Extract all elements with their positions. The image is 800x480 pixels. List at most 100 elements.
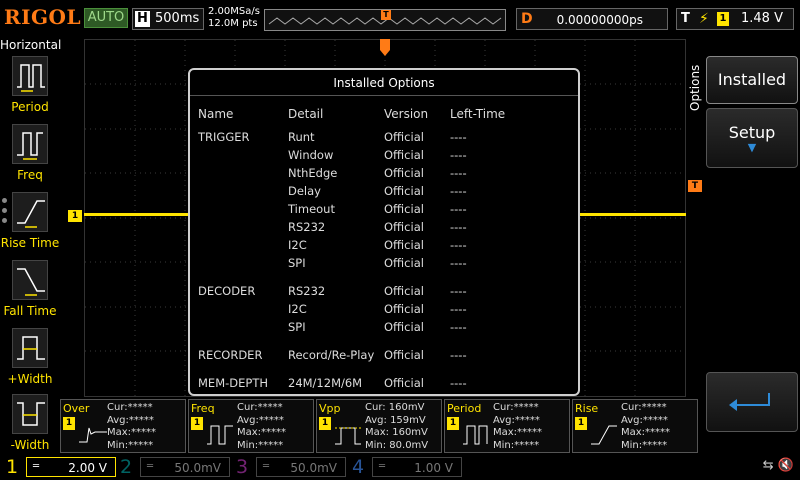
dialog-title: Installed Options [190,70,578,96]
measure-over[interactable]: Over 1 Cur:***** Avg:***** Max:***** Min… [60,399,186,453]
positive-width-icon [12,328,48,368]
channel-number: 1 [6,456,19,478]
option-cell-version: Official [384,148,424,162]
dc-coupling-icon: ═ [147,461,154,472]
measure-period[interactable]: Period 1 Cur:***** Avg:***** Max:***** M… [444,399,570,453]
back-softkey[interactable] [706,372,798,432]
column-header-version: Version [384,107,429,121]
measurement-results-strip: Over 1 Cur:***** Avg:***** Max:***** Min… [60,399,700,453]
measure-max: Max:***** [107,427,157,438]
memory-points: 12.0M pts [208,18,258,29]
channel-number: 4 [352,456,365,478]
period-label: Period [11,100,49,114]
positive-width-label: +Width [7,372,53,386]
channel-status-bar: 1 ═ 2.00 V 2 ═ 50.0mV 3 ═ 50.0mV 4 ═ 1.0… [0,454,800,480]
trigger-position-marker[interactable] [379,39,391,57]
option-cell-detail: Delay [288,184,321,198]
option-cell-detail: Runt [288,130,315,144]
measure-channel: 1 [191,417,203,430]
measure-rise[interactable]: Rise 1 Cur:***** Avg:***** Max:***** Min… [572,399,698,453]
option-cell-version: Official [384,130,424,144]
delay-display[interactable]: D 0.00000000ps [516,8,668,30]
setup-softkey[interactable]: Setup ▼ [706,108,798,168]
measure-max: Max:***** [621,427,671,438]
measure-cur: Cur: 160mV [365,402,425,413]
channel-number: 2 [120,456,133,478]
negative-width-icon [12,394,48,434]
dc-coupling-icon: ═ [263,461,270,472]
option-cell-detail: Window [288,148,334,162]
options-softkey-menu: Options Installed Setup ▼ [688,38,800,452]
measure-name: Period [447,402,482,415]
measure-avg: Avg: 159mV [365,414,426,426]
measure-cur: Cur:***** [493,402,539,413]
column-header-detail: Detail [288,107,324,121]
option-cell-left-time: ---- [450,320,467,334]
measure-name: Over [63,402,90,415]
option-cell-left-time: ---- [450,238,467,252]
option-cell-detail: RS232 [288,220,326,234]
setup-label: Setup [728,123,776,142]
measure-freq-button[interactable]: Freq [0,124,60,190]
channel-scale-box: ═ 50.0mV [140,457,230,477]
measure-cur: Cur:***** [621,402,667,413]
trigger-level: 1.48 V [741,11,783,26]
channel-scale: 50.0mV [290,461,337,475]
trigger-source: 1 [717,12,729,26]
installed-softkey[interactable]: Installed [706,56,798,104]
option-cell-detail: RS232 [288,284,326,298]
timebase-badge: H [135,11,150,27]
channel-scale: 2.00 V [68,461,107,475]
option-cell-detail: SPI [288,320,306,334]
channel-number: 3 [236,456,249,478]
option-cell-left-time: ---- [450,376,467,390]
option-cell-version: Official [384,376,424,390]
option-cell-left-time: ---- [450,130,467,144]
option-cell-version: Official [384,184,424,198]
freq-label: Freq [17,168,43,182]
measure-max: Max:***** [237,427,287,438]
measure-negative-width-button[interactable]: -Width [0,394,60,460]
trigger-display[interactable]: T ⚡ 1 1.48 V [676,8,794,30]
acquisition-info: 2.00MSa/s 12.0M pts [208,6,260,30]
option-cell-detail: SPI [288,256,306,270]
timebase-value: 500ms [155,11,200,26]
channel-scale-box: ═ 2.00 V [26,457,116,477]
option-cell-name: RECORDER [198,348,263,362]
column-header-left-time: Left-Time [450,107,506,121]
measure-cur: Cur:***** [237,402,283,413]
measure-min: Min:***** [237,439,284,451]
option-cell-left-time: ---- [450,202,467,216]
measure-period-button[interactable]: Period [0,56,60,122]
measure-vpp[interactable]: Vpp 1 Cur: 160mV Avg: 159mV Max: 160mV M… [316,399,442,453]
chevron-down-icon: ▼ [747,141,757,154]
measure-positive-width-button[interactable]: +Width [0,328,60,394]
option-cell-left-time: ---- [450,184,467,198]
option-cell-detail: I2C [288,238,307,252]
measure-rise-time-button[interactable]: Rise Time [0,192,60,258]
brand-logo: RIGOL [4,5,82,29]
rising-edge-icon: ⚡ [699,11,709,27]
timebase-display[interactable]: H 500ms [132,8,204,30]
measure-fall-time-button[interactable]: Fall Time [0,260,60,326]
option-cell-detail: I2C [288,302,307,316]
run-mode-badge[interactable]: AUTO [84,8,128,28]
menu-title: Options [688,64,702,112]
option-cell-version: Official [384,302,424,316]
option-cell-version: Official [384,284,424,298]
ch1-offset-marker[interactable]: 1 [68,210,82,222]
sample-rate: 2.00MSa/s [208,6,260,17]
channel-scale: 1.00 V [414,461,453,475]
usb-icon: ⇆ 🔇 [762,458,794,473]
measure-min: Min:***** [107,439,154,451]
installed-label: Installed [717,70,787,89]
negative-width-label: -Width [10,438,50,452]
option-cell-left-time: ---- [450,348,467,362]
channel-scale-box: ═ 1.00 V [372,457,462,477]
option-cell-name: MEM-DEPTH [198,376,268,390]
measure-max: Max:***** [493,427,543,438]
measure-freq[interactable]: Freq 1 Cur:***** Avg:***** Max:***** Min… [188,399,314,453]
option-cell-name: TRIGGER [198,130,250,144]
measure-channel: 1 [63,417,75,430]
option-cell-version: Official [384,320,424,334]
